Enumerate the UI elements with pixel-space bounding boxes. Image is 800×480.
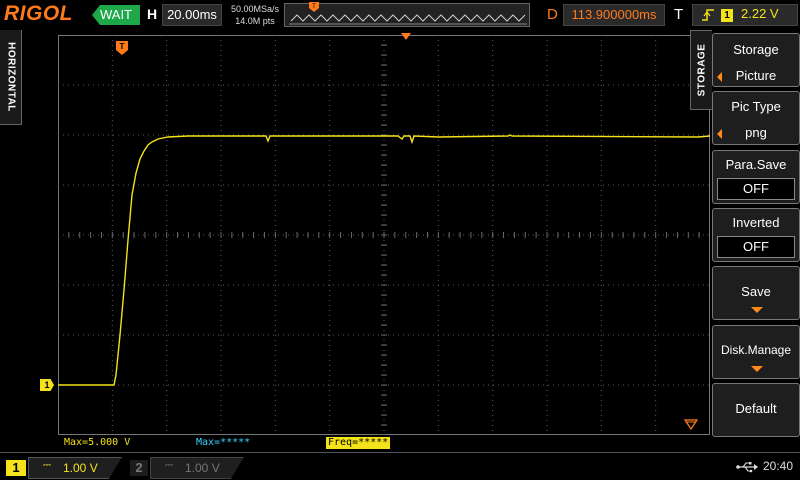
softkey-inverted-title: Inverted [732, 215, 780, 230]
softkey-inverted[interactable]: Inverted OFF [712, 208, 800, 262]
acquisition-info: 50.00MSa/s 14.0M pts [228, 3, 282, 27]
clock: 20:40 [763, 459, 794, 473]
channel-2-scale[interactable]: ⎓ 1.00 V [150, 457, 244, 479]
memory-overview [284, 3, 530, 27]
channel-1-scale-value: 1.00 V [63, 461, 98, 475]
storage-softkey-menu: Storage Picture Pic Type png Para.Save O… [712, 30, 800, 452]
measurement-freq: Freq=***** [326, 437, 391, 449]
dc-coupling-icon: ⎓ [165, 460, 173, 471]
channel-1-ground-marker[interactable]: 1 [40, 379, 54, 391]
usb-icon [736, 462, 758, 473]
memory-waveform-icon [289, 14, 527, 25]
softkey-save-title: Save [741, 284, 771, 299]
chevron-down-icon [751, 366, 763, 372]
run-status-badge[interactable]: WAIT [92, 5, 140, 25]
softkey-default[interactable]: Default [712, 383, 800, 437]
softkey-disk-manage[interactable]: Disk.Manage [712, 325, 800, 379]
trigger-level-marker-icon[interactable] [684, 419, 698, 431]
softkey-para-save[interactable]: Para.Save OFF [712, 150, 800, 204]
top-status-bar: RIGOL WAIT H 20.00ms 50.00MSa/s 14.0M pt… [0, 0, 800, 30]
dc-coupling-icon: ⎓ [43, 460, 51, 471]
softkey-storage-value: Picture [735, 68, 777, 83]
channel-2-badge[interactable]: 2 [130, 460, 148, 476]
softkey-para-save-title: Para.Save [725, 157, 787, 172]
trigger-flag-icon[interactable]: T [116, 41, 128, 55]
softkey-disk-manage-title: Disk.Manage [720, 343, 792, 357]
storage-menu-tab-label: STORAGE [696, 43, 707, 97]
horizontal-tab-label: HORIZONTAL [5, 42, 16, 112]
channel-1-scale[interactable]: ⎓ 1.00 V [28, 457, 122, 479]
trigger-level: 2.22 V [741, 6, 779, 21]
delay-label: D [547, 6, 558, 23]
trigger-position-icon[interactable]: T [309, 2, 319, 12]
chevron-down-icon [751, 307, 763, 313]
sample-rate: 50.00MSa/s [230, 4, 280, 14]
svg-text:T: T [312, 4, 316, 10]
measurement-max-ch1: Max=5.000 V [64, 437, 131, 448]
channel-2-scale-value: 1.00 V [185, 461, 220, 475]
channel-status-bar: 1 ⎓ 1.00 V 2 ⎓ 1.00 V 20:40 [0, 452, 800, 480]
waveform-display[interactable] [57, 34, 711, 436]
softkey-inverted-value: OFF [717, 236, 795, 258]
rising-edge-icon [702, 9, 714, 21]
timebase-value[interactable]: 20.00ms [162, 4, 222, 26]
softkey-save[interactable]: Save [712, 266, 800, 320]
horizontal-label: H [147, 6, 158, 22]
storage-menu-tab[interactable]: STORAGE [690, 30, 712, 110]
memory-depth: 14.0M pts [235, 16, 275, 26]
softkey-storage[interactable]: Storage Picture [712, 33, 800, 87]
softkey-default-title: Default [735, 401, 777, 416]
softkey-pic-type[interactable]: Pic Type png [712, 91, 800, 145]
graticule [57, 34, 711, 436]
grid-lines [57, 34, 710, 436]
delay-value[interactable]: 113.900000ms [563, 4, 665, 26]
horizontal-tab[interactable]: HORIZONTAL [0, 30, 22, 125]
center-marker-icon [401, 33, 411, 40]
softkey-para-save-value: OFF [717, 178, 795, 200]
trigger-label: T [674, 6, 684, 23]
channel-1-badge[interactable]: 1 [6, 460, 26, 476]
trigger-settings[interactable]: 1 2.22 V [692, 4, 798, 26]
trigger-source-badge: 1 [721, 9, 733, 22]
svg-text:T: T [120, 42, 125, 51]
brand-logo: RIGOL [4, 2, 73, 25]
softkey-pic-type-value: png [745, 125, 767, 140]
measurement-max-ch2: Max=***** [196, 437, 251, 448]
softkey-storage-title: Storage [733, 42, 779, 57]
softkey-pic-type-title: Pic Type [731, 99, 781, 114]
